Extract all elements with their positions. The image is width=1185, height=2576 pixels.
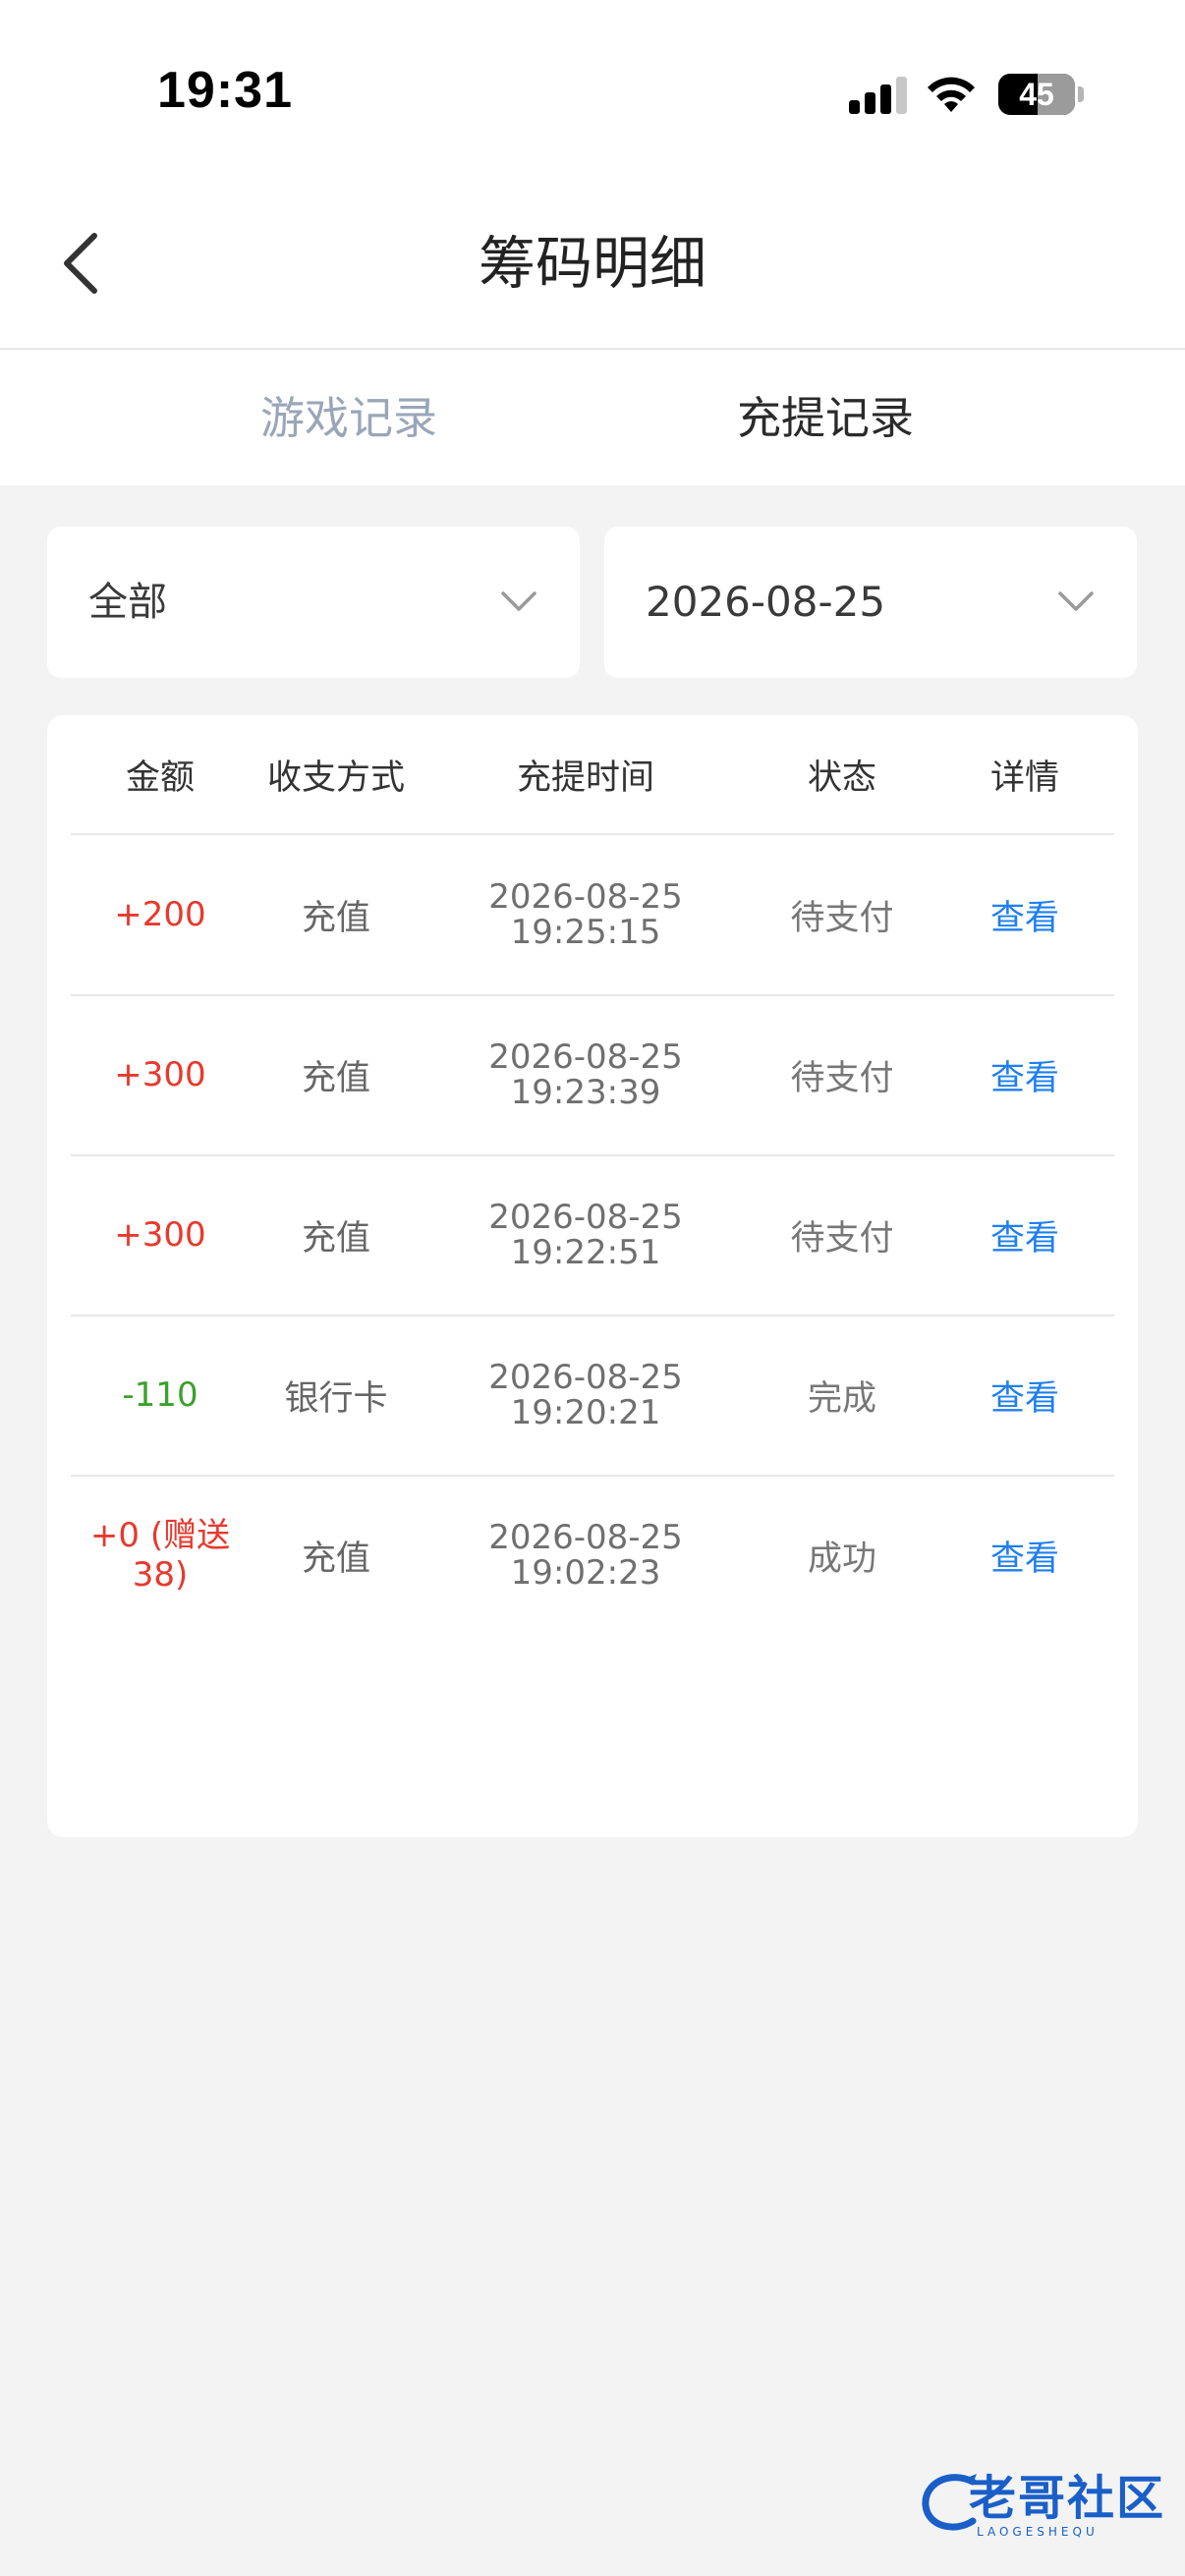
row-method: 银行卡 [284, 1378, 388, 1419]
chevron-down-icon [501, 591, 536, 611]
header-detail: 详情 [989, 757, 1059, 798]
row-status: 完成 [807, 1378, 876, 1419]
date-filter-dropdown[interactable]: 2026-08-25 [604, 527, 1137, 678]
row-date-text: 2026-08-25 [488, 1518, 683, 1557]
row-time: 2026-08-25 19:20:21 [423, 1316, 749, 1475]
row-time: 2026-08-25 19:02:23 [423, 1476, 749, 1635]
chevron-down-icon [1058, 591, 1094, 611]
row-date-text: 2026-08-25 [488, 1358, 683, 1397]
watermark-logo: 老哥社区 LAOGESHEQU [920, 2466, 1165, 2545]
watermark-subtext: LAOGESHEQU [977, 2525, 1099, 2539]
table-row: -110 银行卡 2026-08-25 19:20:21 完成 查看 [71, 1316, 1114, 1477]
header-time: 充提时间 [516, 757, 654, 798]
row-status: 待支付 [790, 1218, 894, 1259]
row-time: 2026-08-25 19:23:39 [423, 995, 749, 1154]
row-method: 充值 [301, 1218, 370, 1259]
cellular-signal-icon [849, 77, 908, 114]
row-time-text: 19:20:21 [510, 1393, 661, 1432]
view-detail-link[interactable]: 查看 [935, 1476, 1114, 1635]
row-amount: +300 [114, 1055, 206, 1094]
watermark-text: 老哥社区 [969, 2471, 1166, 2526]
table-row: +300 充值 2026-08-25 19:22:51 待支付 查看 [71, 1155, 1114, 1316]
row-amount: +200 [114, 895, 206, 934]
view-detail-link[interactable]: 查看 [935, 1155, 1114, 1315]
row-time-text: 19:22:51 [510, 1233, 661, 1272]
header-amount: 金额 [125, 757, 195, 798]
row-method: 充值 [301, 1539, 370, 1579]
row-time-text: 19:23:39 [510, 1073, 661, 1112]
battery-percent: 45 [1019, 77, 1054, 112]
table-row: +200 充值 2026-08-25 19:25:15 待支付 查看 [71, 835, 1114, 996]
table-row: +0 (赠送 38) 充值 2026-08-25 19:02:23 成功 查看 [71, 1476, 1114, 1635]
battery-icon: 45 [998, 74, 1075, 115]
row-status: 待支付 [790, 898, 894, 938]
row-amount: +300 [114, 1215, 206, 1255]
status-time: 19:31 [157, 62, 293, 119]
row-status: 成功 [807, 1539, 876, 1579]
row-time-text: 19:02:23 [510, 1553, 661, 1593]
row-amount-line1: +0 (赠送 [89, 1516, 231, 1555]
row-time: 2026-08-25 19:22:51 [423, 1155, 749, 1315]
header-status: 状态 [807, 757, 876, 798]
row-date-text: 2026-08-25 [488, 1198, 683, 1237]
wifi-icon [928, 77, 975, 112]
row-date-text: 2026-08-25 [488, 877, 683, 917]
row-date-text: 2026-08-25 [488, 1037, 683, 1077]
row-amount: -110 [122, 1375, 198, 1415]
records-table: 金额 收支方式 充提时间 状态 详情 +200 充值 2026-08-25 19… [47, 715, 1138, 1837]
row-status: 待支付 [790, 1058, 894, 1098]
row-time-text: 19:25:15 [510, 913, 661, 952]
tab-bar: 游戏记录 充提记录 [0, 350, 1185, 485]
view-detail-link[interactable]: 查看 [935, 1316, 1114, 1475]
view-detail-link[interactable]: 查看 [935, 835, 1114, 994]
row-amount: +0 (赠送 38) [71, 1476, 250, 1635]
row-method: 充值 [301, 898, 370, 938]
row-amount-line2: 38) [132, 1555, 189, 1595]
date-filter-value: 2026-08-25 [646, 578, 886, 626]
tab-game-records[interactable]: 游戏记录 [260, 389, 437, 448]
view-detail-link[interactable]: 查看 [935, 995, 1114, 1154]
table-header: 金额 收支方式 充提时间 状态 详情 [71, 715, 1114, 835]
page-title: 筹码明细 [478, 230, 706, 297]
header-method: 收支方式 [266, 757, 405, 798]
tab-recharge-records[interactable]: 充提记录 [737, 389, 914, 448]
type-filter-dropdown[interactable]: 全部 [47, 527, 580, 678]
row-method: 充值 [301, 1058, 370, 1098]
battery-nub [1078, 86, 1084, 102]
row-time: 2026-08-25 19:25:15 [423, 835, 749, 994]
table-row: +300 充值 2026-08-25 19:23:39 待支付 查看 [71, 995, 1114, 1156]
type-filter-value: 全部 [88, 580, 167, 625]
